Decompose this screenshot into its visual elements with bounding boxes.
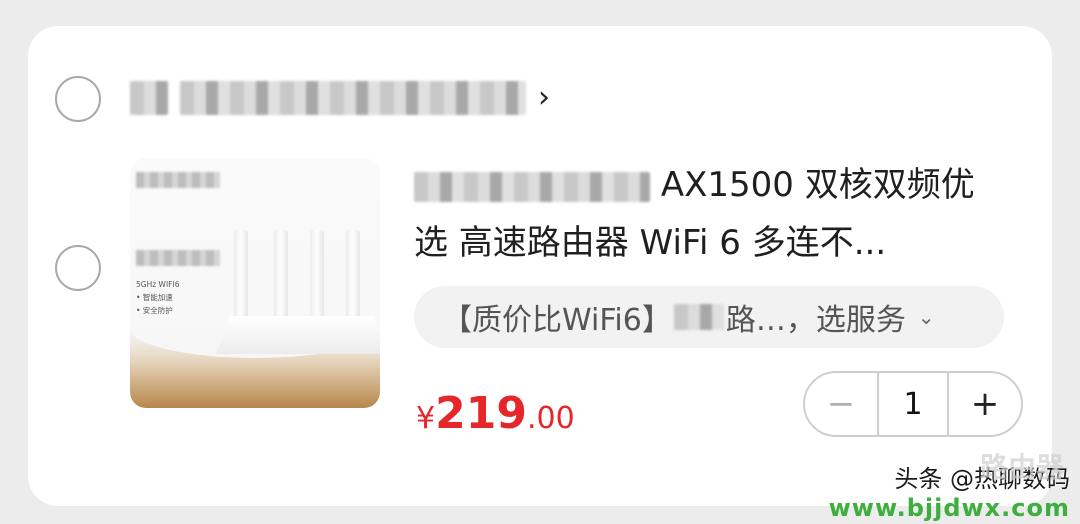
- service-blurred: [673, 304, 724, 330]
- item-select-radio[interactable]: [55, 245, 101, 291]
- quantity-stepper: − 1 +: [803, 371, 1023, 437]
- image-label-blurred: [136, 172, 220, 188]
- price-integer: 219: [435, 388, 527, 439]
- shop-name-blurred: [130, 80, 168, 115]
- title-brand-blurred: [414, 171, 650, 202]
- service-selector[interactable]: 【质价比WiFi6】 路…，选服务 ⌄: [414, 286, 1004, 348]
- chevron-right-icon: ›: [538, 80, 550, 115]
- image-label-blurred: [136, 250, 220, 266]
- quantity-value[interactable]: 1: [877, 373, 949, 435]
- shop-row[interactable]: ›: [130, 80, 550, 115]
- chevron-down-icon: ⌄: [917, 305, 935, 329]
- image-spec: • 安全防护: [136, 306, 173, 315]
- watermark-url: www.bjjdwx.com: [828, 494, 1070, 522]
- cart-item-card: › 5GHz WIFI6 • 智能加速 • 安全防护 AX1500 双核双频优 …: [28, 26, 1052, 506]
- image-spec-list: 5GHz WIFI6 • 智能加速 • 安全防护: [136, 278, 179, 317]
- product-image[interactable]: 5GHz WIFI6 • 智能加速 • 安全防护: [130, 158, 380, 408]
- price-currency: ¥: [416, 401, 436, 436]
- image-spec: 5GHz WIFI6: [136, 280, 180, 289]
- increase-button[interactable]: +: [949, 373, 1021, 435]
- price-decimal: .00: [526, 401, 575, 436]
- title-line-1: AX1500 双核双频优: [660, 165, 975, 205]
- watermark: 路由器 头条 @热聊数码 www.bjjdwx.com: [828, 451, 1070, 522]
- decrease-button[interactable]: −: [805, 373, 877, 435]
- shop-name-blurred: [180, 80, 526, 115]
- router-antenna: [310, 230, 324, 322]
- price: ¥219.00: [416, 388, 575, 439]
- service-suffix: 路…，选服务: [725, 303, 906, 338]
- router-antenna: [234, 230, 248, 322]
- title-line-2: 选 高速路由器 WiFi 6 多连不...: [414, 223, 887, 263]
- router-body: [216, 316, 380, 354]
- router-antenna: [346, 230, 360, 322]
- product-title[interactable]: AX1500 双核双频优 选 高速路由器 WiFi 6 多连不...: [414, 156, 1004, 272]
- watermark-logo: 路由器: [979, 451, 1064, 484]
- service-prefix: 【质价比WiFi6】: [442, 303, 672, 338]
- shop-select-radio[interactable]: [55, 76, 101, 122]
- image-spec: • 智能加速: [136, 293, 173, 302]
- router-antenna: [274, 230, 288, 322]
